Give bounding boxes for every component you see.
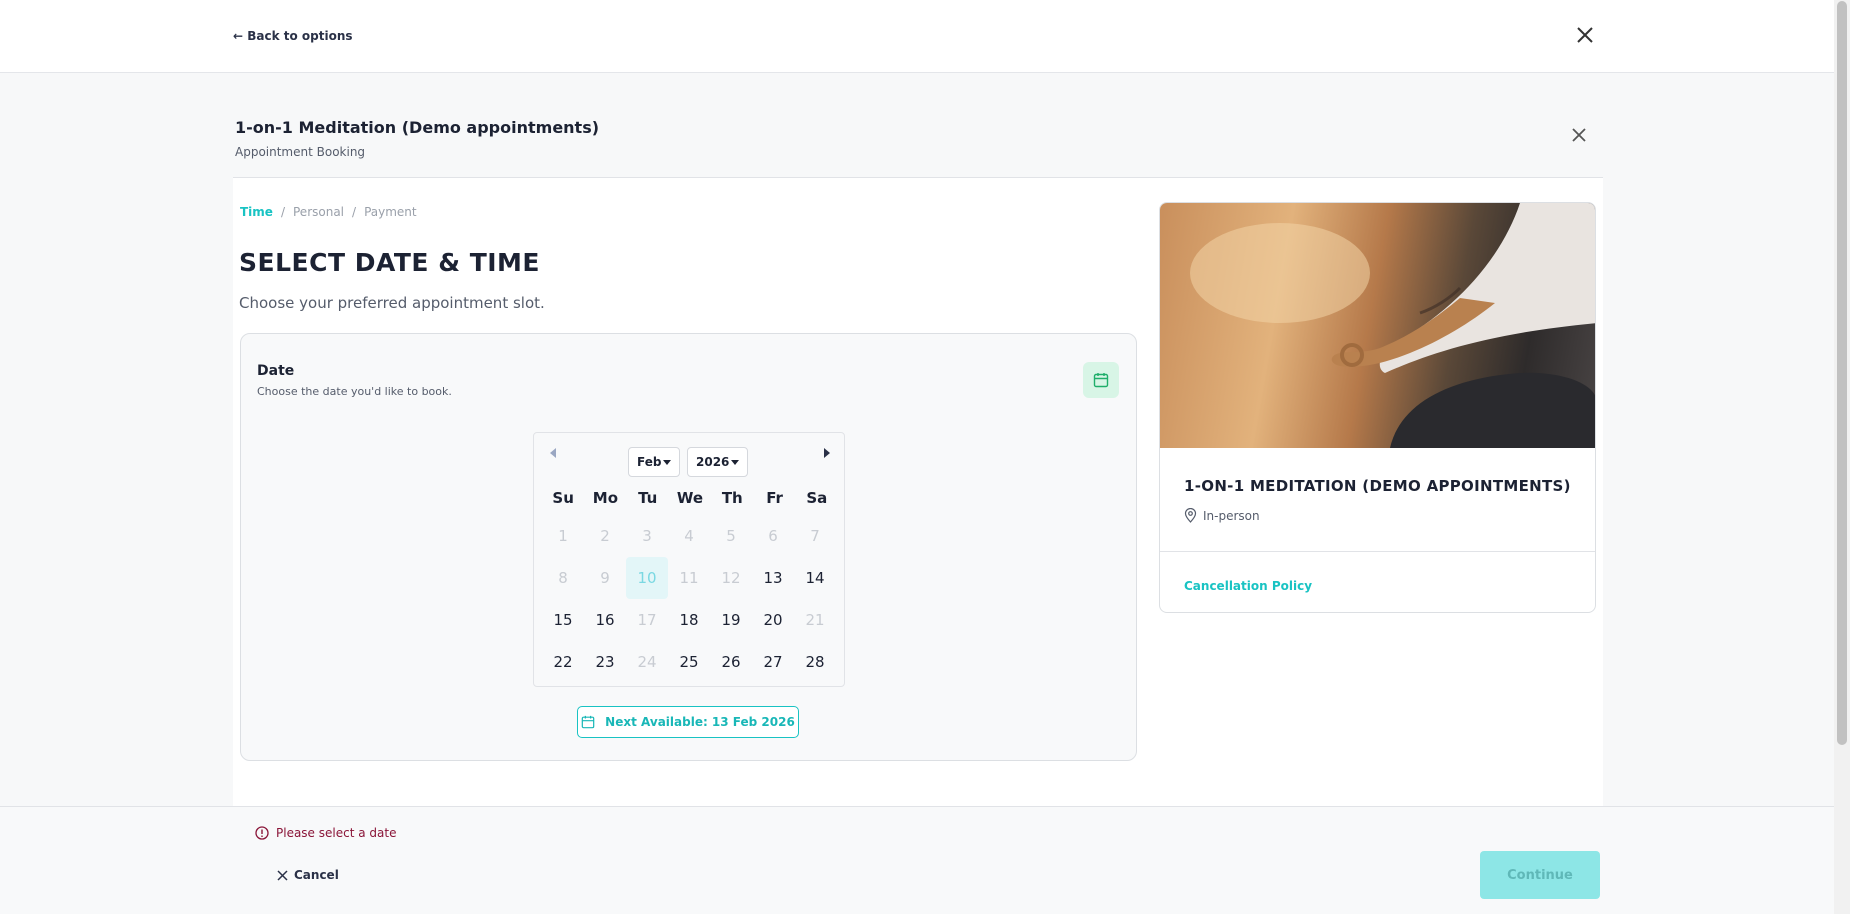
calendar-day-28[interactable]: 28 <box>794 641 836 683</box>
scrollbar-thumb[interactable] <box>1837 1 1847 745</box>
continue-button[interactable]: Continue <box>1480 851 1600 899</box>
prev-month-icon[interactable] <box>550 448 556 458</box>
year-select-value: 2026 <box>696 455 730 469</box>
breadcrumb-personal: Personal <box>293 205 345 219</box>
breadcrumb-time[interactable]: Time <box>240 205 273 219</box>
weekday-label: Su <box>552 489 574 507</box>
calendar-day-22[interactable]: 22 <box>542 641 584 683</box>
validation-error-text: Please select a date <box>276 826 397 840</box>
calendar-icon <box>1083 362 1119 398</box>
calendar-day-1: 1 <box>558 527 568 545</box>
calendar-day-3: 3 <box>642 527 652 545</box>
modal-header: 1-on-1 Meditation (Demo appointments) Ap… <box>233 73 1603 178</box>
service-location: In-person <box>1184 508 1260 523</box>
modal-title: 1-on-1 Meditation (Demo appointments) <box>235 118 600 137</box>
cancel-button[interactable]: Cancel <box>277 868 339 882</box>
calendar-day-25[interactable]: 25 <box>668 641 710 683</box>
year-select[interactable]: 2026 <box>687 447 748 477</box>
weekday-label: Mo <box>592 489 619 507</box>
calendar-day-15[interactable]: 15 <box>542 599 584 641</box>
breadcrumb-separator: / <box>352 205 357 219</box>
calendar-day-20[interactable]: 20 <box>752 599 794 641</box>
cancellation-policy-link[interactable]: Cancellation Policy <box>1184 579 1312 593</box>
weekday-label: Tu <box>638 489 658 507</box>
date-card-title: Date <box>257 363 295 379</box>
weekday-header: Su Mo Tu We Th Fr Sa <box>542 489 838 507</box>
validation-error: Please select a date <box>255 826 396 840</box>
calendar-day-14[interactable]: 14 <box>794 557 836 599</box>
service-info-card: 1-ON-1 MEDITATION (DEMO APPOINTMENTS) In… <box>1159 202 1596 613</box>
calendar-day-26[interactable]: 26 <box>710 641 752 683</box>
alert-circle-icon <box>255 826 269 840</box>
divider <box>1160 551 1595 552</box>
calendar-day-13[interactable]: 13 <box>752 557 794 599</box>
modal-subtitle: Appointment Booking <box>235 145 366 159</box>
close-icon[interactable] <box>1575 25 1595 45</box>
weekday-label: Th <box>721 489 743 507</box>
date-card: Date Choose the date you'd like to book.… <box>240 333 1137 761</box>
calendar-day-16[interactable]: 16 <box>584 599 626 641</box>
page-title: SELECT DATE & TIME <box>239 248 541 277</box>
page-scrollbar[interactable] <box>1834 0 1850 914</box>
calendar-day-24: 24 <box>637 653 657 671</box>
breadcrumb-separator: / <box>280 205 285 219</box>
calendar-day-23[interactable]: 23 <box>584 641 626 683</box>
date-picker: Feb 2026 Su Mo Tu We Th Fr Sa 1 2 3 4 5 6 7 8 9 10 11 12 1… <box>533 432 845 687</box>
day-grid: 1 2 3 4 5 6 7 8 9 10 11 12 13 14 15 16 17 18 19 20 21 22 23 24 2… <box>542 515 838 683</box>
weekday-label: Sa <box>806 489 828 507</box>
modal-close-icon[interactable] <box>1569 125 1589 145</box>
calendar-icon <box>581 715 595 729</box>
calendar-day-11: 11 <box>679 569 699 587</box>
calendar-day-2: 2 <box>600 527 610 545</box>
calendar-day-7: 7 <box>810 527 820 545</box>
calendar-day-8: 8 <box>558 569 568 587</box>
next-available-label: Next Available: 13 Feb 2026 <box>605 715 795 729</box>
map-pin-icon <box>1184 508 1197 523</box>
date-card-subtitle: Choose the date you'd like to book. <box>257 385 452 398</box>
meditation-image <box>1160 203 1595 448</box>
calendar-day-18[interactable]: 18 <box>668 599 710 641</box>
calendar-day-21: 21 <box>805 611 825 629</box>
calendar-day-19[interactable]: 19 <box>710 599 752 641</box>
location-label: In-person <box>1203 508 1260 523</box>
calendar-day-6: 6 <box>768 527 778 545</box>
calendar-day-9: 9 <box>600 569 610 587</box>
month-select[interactable]: Feb <box>628 447 680 477</box>
chevron-down-icon <box>663 460 671 465</box>
calendar-day-4: 4 <box>684 527 694 545</box>
back-to-options-link[interactable]: ← Back to options <box>233 29 353 43</box>
footer-bar: Please select a date Cancel Continue <box>0 806 1834 914</box>
next-available-button[interactable]: Next Available: 13 Feb 2026 <box>577 706 799 738</box>
weekday-label: We <box>676 489 704 507</box>
top-bar: ← Back to options <box>0 0 1834 73</box>
calendar-day-12: 12 <box>721 569 741 587</box>
month-select-value: Feb <box>637 455 662 469</box>
weekday-label: Fr <box>766 489 783 507</box>
calendar-day-5: 5 <box>726 527 736 545</box>
page-description: Choose your preferred appointment slot. <box>239 294 545 312</box>
service-title: 1-ON-1 MEDITATION (DEMO APPOINTMENTS) <box>1184 477 1571 495</box>
cancel-button-label: Cancel <box>294 868 339 882</box>
chevron-down-icon <box>731 460 739 465</box>
next-month-icon[interactable] <box>824 448 830 458</box>
breadcrumb: Time / Personal / Payment <box>240 205 417 219</box>
calendar-day-10: 10 <box>626 557 668 599</box>
close-icon <box>277 869 288 881</box>
calendar-day-17: 17 <box>637 611 657 629</box>
breadcrumb-payment: Payment <box>364 205 417 219</box>
calendar-day-27[interactable]: 27 <box>752 641 794 683</box>
